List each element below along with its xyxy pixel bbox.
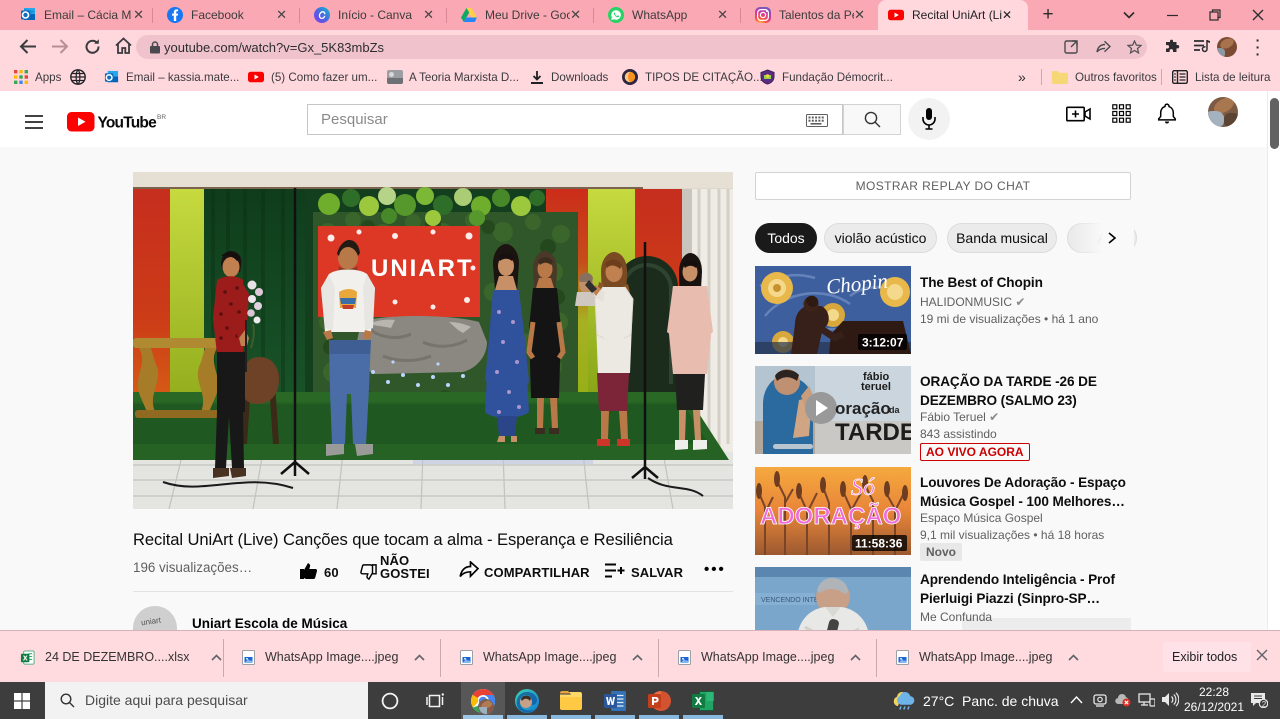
svg-text:ADORAÇÃO: ADORAÇÃO bbox=[760, 502, 901, 530]
svg-text:Só: Só bbox=[851, 475, 875, 501]
svg-text:2: 2 bbox=[1262, 700, 1267, 708]
svg-text:da: da bbox=[889, 405, 900, 415]
svg-text:BR: BR bbox=[157, 114, 166, 121]
svg-text:3:12:07: 3:12:07 bbox=[862, 336, 904, 350]
svg-text:TARDE: TARDE bbox=[835, 419, 911, 446]
svg-text:oração: oração bbox=[835, 399, 891, 418]
svg-text:YouTube: YouTube bbox=[98, 115, 158, 132]
svg-text:UNIART: UNIART bbox=[371, 255, 474, 282]
svg-text:teruel: teruel bbox=[861, 381, 891, 393]
svg-text:11:58:36: 11:58:36 bbox=[855, 537, 903, 551]
